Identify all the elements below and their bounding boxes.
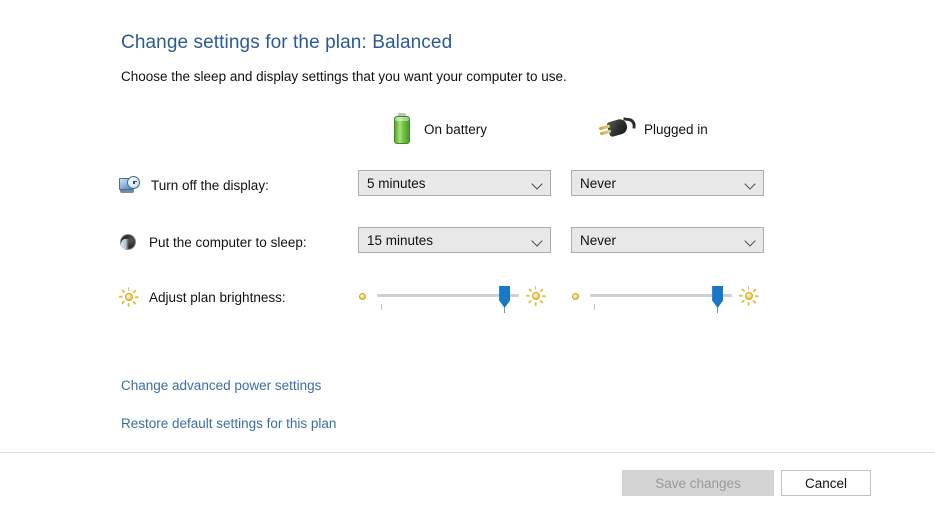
slider-brightness-on-battery-thumb[interactable] — [499, 286, 511, 308]
battery-icon — [392, 113, 412, 145]
save-changes-button[interactable]: Save changes — [622, 470, 774, 496]
dropdown-sleep-plugged-in[interactable]: Never — [571, 227, 764, 253]
chevron-down-icon — [526, 171, 550, 195]
slider-brightness-plugged-in[interactable] — [568, 281, 759, 313]
dropdown-sleep-on-battery-value: 15 minutes — [367, 232, 434, 248]
slider-brightness-plugged-in-thumb[interactable] — [712, 286, 724, 308]
chevron-down-icon — [739, 228, 763, 252]
brightness-high-icon — [738, 286, 759, 306]
dropdown-turn-off-display-on-battery-value: 5 minutes — [367, 175, 426, 191]
column-header-plugged-in: Plugged in — [598, 112, 708, 146]
row-label-turn-off-display-text: Turn off the display: — [151, 177, 269, 193]
row-label-adjust-plan-brightness: Adjust plan brightness: — [118, 284, 286, 310]
dropdown-sleep-plugged-in-value: Never — [580, 232, 617, 248]
brightness-high-icon — [525, 286, 546, 306]
slider-brightness-on-battery[interactable] — [355, 281, 546, 313]
footer-divider — [0, 452, 935, 453]
link-change-advanced-power-settings[interactable]: Change advanced power settings — [121, 378, 321, 393]
power-options-settings-page: Change settings for the plan: Balanced C… — [0, 0, 935, 505]
column-header-on-battery-label: On battery — [424, 121, 488, 137]
row-label-put-computer-to-sleep-text: Put the computer to sleep: — [149, 234, 307, 250]
slider-brightness-on-battery-track[interactable] — [377, 281, 519, 313]
slider-brightness-plugged-in-track[interactable] — [590, 281, 732, 313]
brightness-low-icon — [568, 289, 583, 304]
column-header-on-battery: On battery — [392, 112, 487, 146]
brightness-sun-icon — [118, 287, 139, 307]
chevron-down-icon — [526, 228, 550, 252]
dropdown-turn-off-display-plugged-in-value: Never — [580, 175, 617, 191]
chevron-down-icon — [739, 171, 763, 195]
link-restore-default-settings[interactable]: Restore default settings for this plan — [121, 416, 336, 431]
row-label-put-computer-to-sleep: Put the computer to sleep: — [119, 229, 307, 255]
page-title: Change settings for the plan: Balanced — [121, 32, 453, 53]
row-label-turn-off-display: Turn off the display: — [119, 172, 269, 198]
dropdown-sleep-on-battery[interactable]: 15 minutes — [358, 227, 551, 253]
row-label-adjust-plan-brightness-text: Adjust plan brightness: — [149, 289, 286, 305]
display-clock-icon — [119, 175, 140, 195]
power-plug-icon — [598, 116, 637, 142]
brightness-low-icon — [355, 289, 370, 304]
dropdown-turn-off-display-on-battery[interactable]: 5 minutes — [358, 170, 551, 196]
cancel-button[interactable]: Cancel — [781, 470, 871, 496]
sleep-icon — [119, 233, 138, 252]
column-header-plugged-in-label: Plugged in — [644, 121, 708, 137]
page-subtitle: Choose the sleep and display settings th… — [121, 69, 567, 84]
dropdown-turn-off-display-plugged-in[interactable]: Never — [571, 170, 764, 196]
